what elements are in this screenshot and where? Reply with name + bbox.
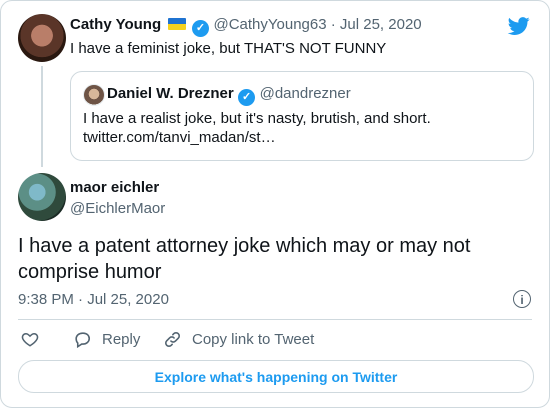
verified-badge-icon: ✓ xyxy=(192,20,210,37)
heart-icon xyxy=(21,332,39,347)
quoted-handle: @dandrezner xyxy=(259,85,351,102)
maor-eichler-avatar[interactable] xyxy=(18,173,66,221)
explore-twitter-button[interactable]: Explore what's happening on Twitter xyxy=(18,360,534,393)
explore-label: Explore what's happening on Twitter xyxy=(154,368,398,385)
main-author-handle[interactable]: @EichlerMaor xyxy=(70,200,165,217)
quoted-author-name: Daniel W. Drezner xyxy=(107,85,234,102)
parent-tweet-header: Cathy Young ✓ @CathyYoung63 · Jul 25, 20… xyxy=(70,16,422,37)
quoted-tweet-link[interactable]: twitter.com/tanvi_madan/st… xyxy=(83,128,276,148)
twitter-bird-icon[interactable] xyxy=(507,15,531,37)
main-author-name[interactable]: maor eichler xyxy=(70,179,159,196)
embedded-tweet-card: Cathy Young ✓ @CathyYoung63 · Jul 25, 20… xyxy=(0,0,550,408)
parent-tweet-text: I have a feminist joke, but THAT'S NOT F… xyxy=(70,40,387,57)
divider xyxy=(18,319,532,320)
cathy-young-avatar[interactable] xyxy=(18,14,66,62)
link-icon xyxy=(165,332,180,347)
reply-bubble-icon xyxy=(75,332,91,349)
daniel-drezner-avatar xyxy=(83,84,105,106)
verified-badge-icon: ✓ xyxy=(238,89,256,106)
main-tweet-text: I have a patent attorney joke which may … xyxy=(18,235,471,283)
quoted-tweet-header: Daniel W. Drezner ✓ @dandrezner xyxy=(107,85,351,106)
like-button[interactable] xyxy=(21,330,39,348)
thread-connector-line xyxy=(41,66,43,167)
parent-handle-date[interactable]: @CathyYoung63 · Jul 25, 2020 xyxy=(213,16,421,33)
copy-link-label: Copy link to Tweet xyxy=(192,331,315,348)
quoted-tweet-text-line1: I have a realist joke, but it's nasty, b… xyxy=(83,110,431,127)
reply-label: Reply xyxy=(102,331,141,348)
ukraine-flag-icon xyxy=(167,18,186,30)
info-icon[interactable]: i xyxy=(513,290,531,308)
tweet-timestamp[interactable]: 9:38 PM · Jul 25, 2020 xyxy=(18,291,169,308)
reply-button[interactable]: Reply xyxy=(73,330,140,349)
parent-author-name[interactable]: Cathy Young xyxy=(70,16,161,33)
copy-link-button[interactable]: Copy link to Tweet xyxy=(163,330,314,349)
